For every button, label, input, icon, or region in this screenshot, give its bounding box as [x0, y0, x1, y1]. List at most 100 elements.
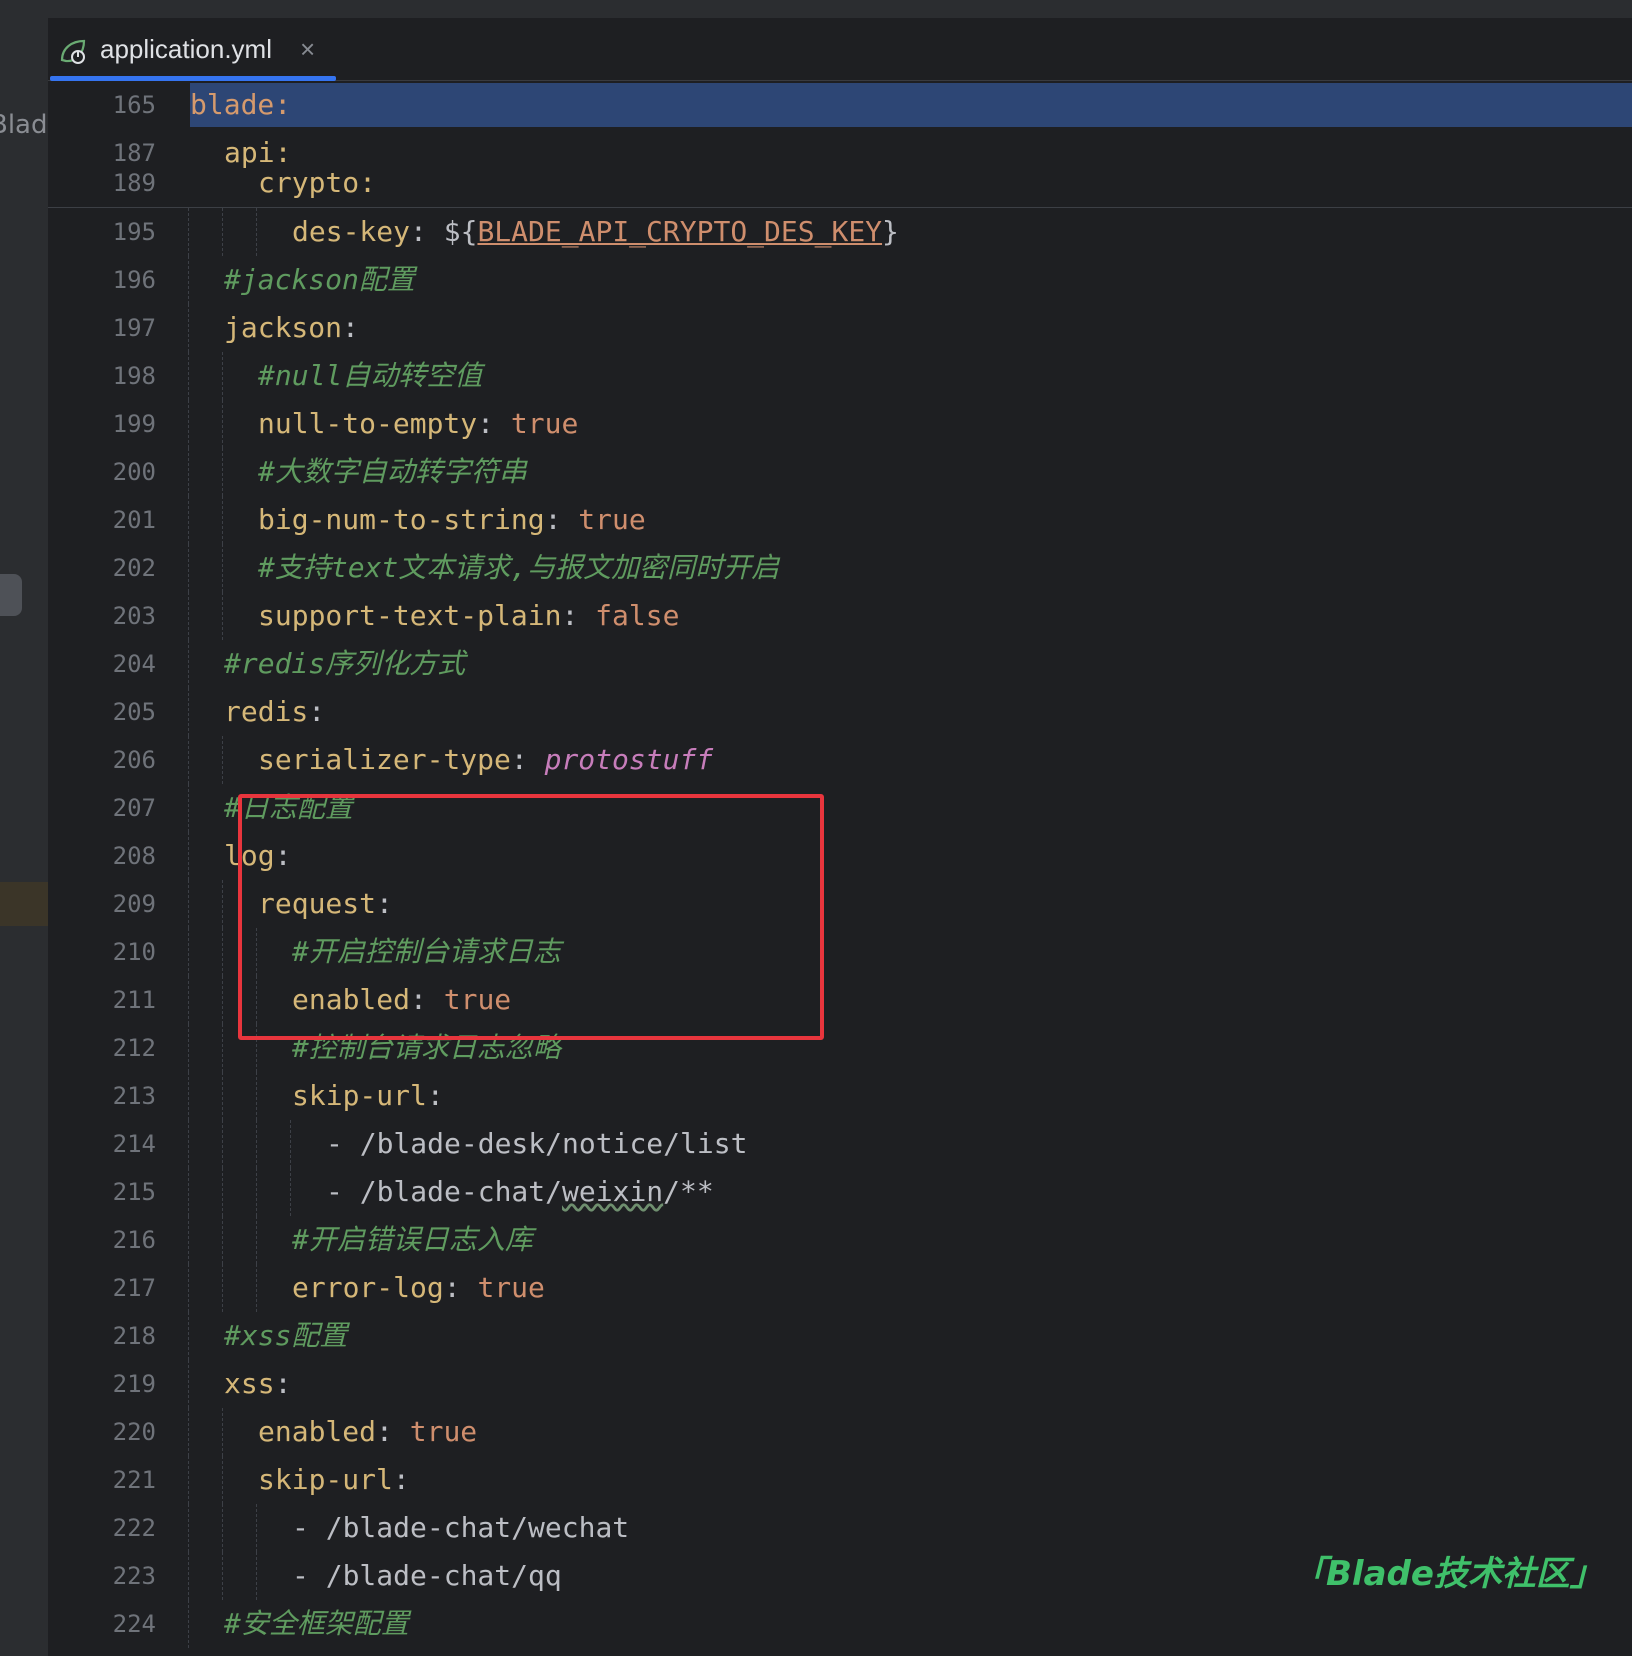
code-line[interactable]: 213 skip-url: — [48, 1072, 1632, 1120]
code-line[interactable]: 198 #null自动转空值 — [48, 352, 1632, 400]
code-line[interactable]: 202 #支持text文本请求,与报文加密同时开启 — [48, 544, 1632, 592]
code-token: enabled — [292, 983, 411, 1016]
code-token: request — [258, 887, 377, 920]
sticky-line[interactable]: 189 crypto: — [48, 173, 1632, 203]
code-line[interactable]: 197 jackson: — [48, 304, 1632, 352]
code-text: blade: — [190, 88, 292, 121]
watermark-label: Blade技术社区 — [1326, 1554, 1570, 1594]
code-token: null-to-empty — [258, 407, 478, 440]
code-token: : — [410, 983, 444, 1016]
code-text: xss: — [224, 1360, 291, 1408]
code-text: #开启控制台请求日志 — [292, 928, 561, 976]
tab-application-yml[interactable]: application.yml × — [48, 18, 336, 81]
sticky-scroll-header[interactable]: 165 blade: 187 api: 189 crypto: — [48, 81, 1632, 208]
code-token: #开启错误日志入库 — [292, 1223, 533, 1256]
code-text: - /blade-chat/qq — [292, 1552, 562, 1600]
code-token: /blade-desk/notice/list — [359, 1127, 748, 1160]
code-line[interactable]: 218 #xss配置 — [48, 1312, 1632, 1360]
indent-guide — [188, 1264, 189, 1312]
code-line[interactable]: 214 - /blade-desk/notice/list — [48, 1120, 1632, 1168]
selection-highlight — [190, 83, 1632, 127]
indent-guide — [188, 544, 189, 592]
code-text: skip-url: — [292, 1072, 444, 1120]
code-line[interactable]: 211 enabled: true — [48, 976, 1632, 1024]
indent-guide — [222, 736, 223, 784]
code-text: log: — [224, 832, 291, 880]
indent-guide — [222, 1024, 223, 1072]
code-line[interactable]: 207 #日志配置 — [48, 784, 1632, 832]
project-panel-partial-label[interactable]: Blad — [0, 110, 48, 140]
line-number: 217 — [112, 1274, 156, 1302]
indent-guide — [222, 1456, 223, 1504]
code-line[interactable]: 206 serializer-type: protostuff — [48, 736, 1632, 784]
code-line[interactable]: 215 - /blade-chat/weixin/** — [48, 1168, 1632, 1216]
code-token: BLADE_API_CRYPTO_DES_KEY — [477, 215, 883, 248]
code-line[interactable]: 216 #开启错误日志入库 — [48, 1216, 1632, 1264]
code-text: #安全框架配置 — [224, 1600, 409, 1648]
code-text: request: — [258, 880, 393, 928]
sticky-line[interactable]: 165 blade: — [48, 81, 1632, 129]
line-number: 212 — [112, 1034, 156, 1062]
code-line[interactable]: 212 #控制台请求日志忽略 — [48, 1024, 1632, 1072]
indent-guide — [188, 1552, 189, 1600]
code-line[interactable]: 219 xss: — [48, 1360, 1632, 1408]
code-text: jackson: — [224, 304, 359, 352]
panel-resize-handle[interactable] — [0, 574, 22, 616]
line-number: 210 — [112, 938, 156, 966]
sticky-line[interactable]: 187 api: — [48, 129, 1632, 177]
code-line[interactable]: 224 #安全框架配置 — [48, 1600, 1632, 1648]
code-line[interactable]: 208 log: — [48, 832, 1632, 880]
line-number: 219 — [112, 1370, 156, 1398]
code-token: #开启控制台请求日志 — [292, 935, 561, 968]
code-line[interactable]: 204 #redis序列化方式 — [48, 640, 1632, 688]
code-line[interactable]: 201 big-num-to-string: true — [48, 496, 1632, 544]
code-token: #控制台请求日志忽略 — [292, 1031, 561, 1064]
indent-guide — [256, 1024, 257, 1072]
code-token: xss — [224, 1367, 275, 1400]
code-token: : — [544, 503, 579, 536]
code-line[interactable]: 200 #大数字自动转字符串 — [48, 448, 1632, 496]
line-number: 197 — [112, 314, 156, 342]
code-editor[interactable]: application.yml × 165 blade: 187 api: 189 cry… — [48, 18, 1632, 1656]
code-line[interactable]: 209 request: — [48, 880, 1632, 928]
line-number: 200 — [112, 458, 156, 486]
code-line[interactable]: 199 null-to-empty: true — [48, 400, 1632, 448]
indent-guide — [188, 736, 189, 784]
code-line[interactable]: 220 enabled: true — [48, 1408, 1632, 1456]
code-token: true — [578, 503, 646, 536]
line-number: 218 — [112, 1322, 156, 1350]
code-text: #redis序列化方式 — [224, 640, 465, 688]
code-token: /blade-chat/ — [359, 1175, 563, 1208]
code-line[interactable]: 221 skip-url: — [48, 1456, 1632, 1504]
watermark-bracket-open: 「 — [1292, 1554, 1326, 1594]
code-line[interactable]: 205 redis: — [48, 688, 1632, 736]
code-token: #redis序列化方式 — [224, 647, 466, 680]
indent-guide — [222, 1504, 223, 1552]
indent-guide — [222, 976, 223, 1024]
project-panel-clip: Blad — [0, 102, 48, 162]
code-token: #大数字自动转字符串 — [258, 455, 527, 488]
line-number: 195 — [112, 218, 156, 246]
line-number: 220 — [112, 1418, 156, 1446]
indent-guide — [256, 1552, 257, 1600]
indent-guide — [256, 1504, 257, 1552]
close-icon[interactable]: × — [300, 34, 315, 65]
code-line[interactable]: 195 des-key: ${BLADE_API_CRYPTO_DES_KEY} — [48, 208, 1632, 256]
code-token: #支持text文本请求,与报文加密同时开启 — [258, 551, 780, 584]
code-lines[interactable]: 195 des-key: ${BLADE_API_CRYPTO_DES_KEY} 1… — [48, 208, 1632, 1656]
code-token: true — [510, 407, 579, 440]
indent-guide — [222, 400, 223, 448]
indent-guide — [222, 208, 223, 256]
code-line[interactable]: 203 support-text-plain: false — [48, 592, 1632, 640]
code-line[interactable]: 222 - /blade-chat/wechat — [48, 1504, 1632, 1552]
code-line[interactable]: 196 #jackson配置 — [48, 256, 1632, 304]
left-tool-panel: Blad — [0, 18, 48, 1656]
code-line[interactable]: 210 #开启控制台请求日志 — [48, 928, 1632, 976]
code-line[interactable]: 217 error-log: true — [48, 1264, 1632, 1312]
code-token: : — [510, 743, 545, 776]
code-text: crypto: — [258, 173, 377, 199]
indent-guide — [256, 208, 257, 256]
line-number: 202 — [112, 554, 156, 582]
indent-guide — [222, 1216, 223, 1264]
indent-guide — [256, 976, 257, 1024]
